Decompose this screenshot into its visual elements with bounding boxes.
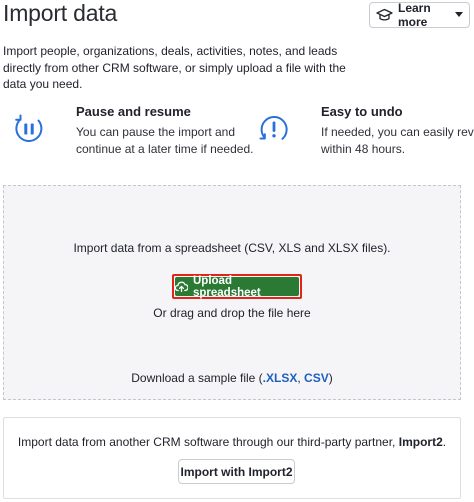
undo-alert-icon: [257, 112, 291, 146]
sample-file-text: Download a sample file (.XLSX, CSV): [4, 371, 460, 385]
feature-description-line: within 48 hours.: [321, 141, 406, 156]
upload-button-label: Upload spreadsheet: [193, 274, 261, 299]
partner-name: Import2: [398, 435, 443, 449]
intro-text: Import people, organizations, deals, act…: [3, 44, 346, 91]
partner-text-prefix: Import data from another CRM software th…: [17, 435, 399, 449]
partner-text-suffix: .: [442, 435, 447, 449]
sample-suffix: ): [328, 371, 333, 385]
learn-more-label: Learn more: [398, 1, 431, 29]
feature-title: Easy to undo: [321, 104, 403, 119]
sample-prefix: Download a sample file (: [131, 371, 263, 385]
file-dropzone[interactable]: Import data from a spreadsheet (CSV, XLS…: [3, 185, 461, 400]
upload-button-highlight: Upload spreadsheet: [172, 274, 302, 299]
feature-description-line: continue at a later time if needed.: [76, 141, 254, 156]
feature-description-line: If needed, you can easily revert: [321, 125, 474, 139]
sample-xlsx-link[interactable]: .XLSX: [263, 371, 298, 385]
dropzone-instruction: Import data from a spreadsheet (CSV, XLS…: [73, 241, 391, 255]
feature-description: If needed, you can easily revert within …: [321, 124, 474, 157]
graduation-cap-icon: [376, 8, 393, 22]
partner-text: Import data from another CRM software th…: [4, 435, 460, 449]
caret-down-icon: [455, 12, 463, 18]
page-title: Import data: [3, 0, 118, 26]
sample-csv-link[interactable]: CSV: [304, 371, 329, 385]
pause-circle-icon: [12, 112, 46, 146]
import-with-import2-button[interactable]: Import with Import2: [178, 459, 295, 484]
partner-import-panel: Import data from another CRM software th…: [3, 417, 461, 499]
cloud-upload-icon: [175, 281, 188, 292]
feature-title: Pause and resume: [76, 104, 191, 119]
drag-drop-text: Or drag and drop the file here: [153, 306, 311, 320]
feature-description: You can pause the import and continue at…: [76, 124, 253, 157]
feature-description-line: You can pause the import and: [76, 125, 236, 139]
learn-more-button[interactable]: Learn more: [369, 1, 470, 29]
upload-spreadsheet-button[interactable]: Upload spreadsheet: [175, 274, 299, 299]
